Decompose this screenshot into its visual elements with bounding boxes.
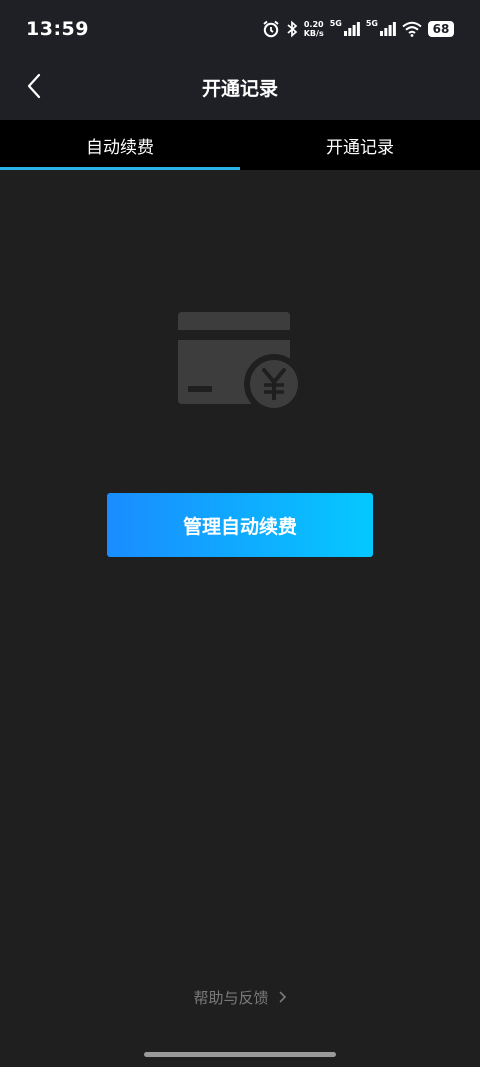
status-bar: 13:59 0.20 KB/s 5G 5G 68 xyxy=(0,0,480,58)
screen: 13:59 0.20 KB/s 5G 5G 68 开通记录 自动续费 开通记录 … xyxy=(0,0,480,1067)
manage-auto-renew-button[interactable]: 管理自动续费 xyxy=(107,493,373,557)
alarm-icon xyxy=(262,20,280,38)
signal-2-label: 5G xyxy=(365,18,378,28)
help-feedback-label: 帮助与反馈 xyxy=(193,989,269,1007)
wifi-icon xyxy=(402,21,422,37)
tab-auto-renew[interactable]: 自动续费 xyxy=(0,120,240,170)
header: 开通记录 xyxy=(0,58,480,120)
net-speed: 0.20 KB/s xyxy=(304,20,324,38)
page-title: 开通记录 xyxy=(201,78,278,100)
status-icons: 0.20 KB/s 5G 5G 68 xyxy=(262,18,454,40)
battery-icon: 68 xyxy=(428,21,454,37)
signal-icon xyxy=(343,22,360,36)
signal-icon xyxy=(380,22,396,36)
bluetooth-icon xyxy=(286,20,298,38)
help-feedback-link[interactable]: 帮助与反馈 xyxy=(0,987,480,1008)
card-yen-icon xyxy=(178,310,304,414)
signal-1-label: 5G xyxy=(329,18,342,28)
net-speed-value: 0.20 xyxy=(303,20,324,29)
tab-subscription-records[interactable]: 开通记录 xyxy=(240,120,480,170)
net-speed-unit: KB/s xyxy=(303,29,324,38)
chevron-right-icon xyxy=(279,989,287,1007)
home-indicator[interactable] xyxy=(144,1052,336,1057)
tab-bar: 自动续费 开通记录 xyxy=(0,120,480,170)
status-time: 13:59 xyxy=(26,18,89,40)
